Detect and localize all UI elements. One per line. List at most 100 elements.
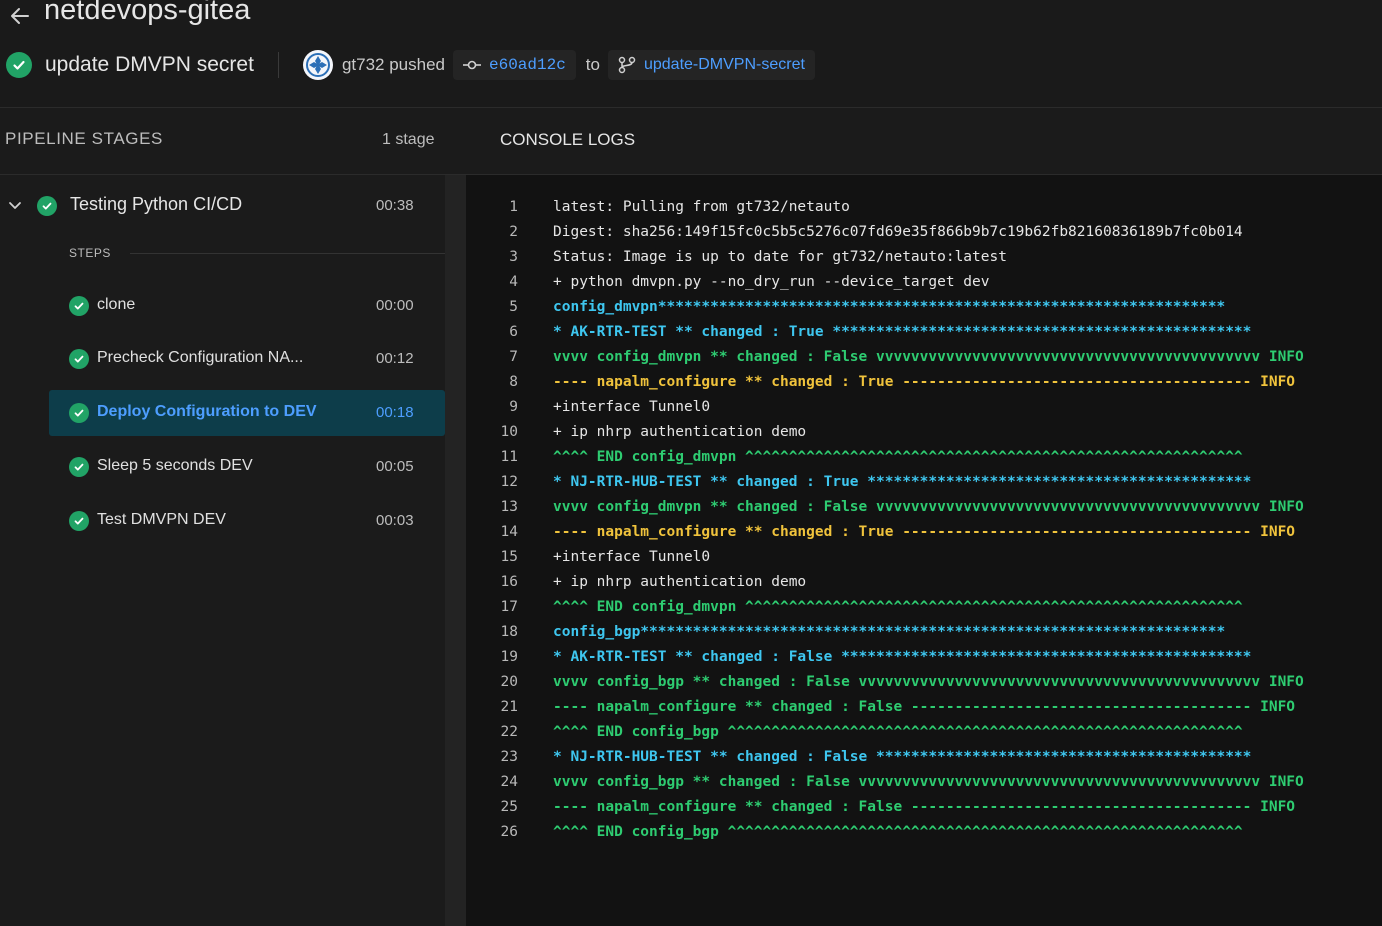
pipeline-header: PIPELINE STAGES 1 stage xyxy=(0,108,466,175)
check-icon xyxy=(69,296,89,316)
console-title: CONSOLE LOGS xyxy=(500,130,636,149)
line-number: 1 xyxy=(509,199,518,215)
back-arrow-icon[interactable] xyxy=(8,4,32,28)
branch-icon xyxy=(618,56,636,74)
log-text: config_dmvpn****************************… xyxy=(553,299,1226,315)
log-line: 14 ---- napalm_configure ** changed : Tru… xyxy=(466,521,1382,546)
log-line: 5 config_dmvpn***************************… xyxy=(466,296,1382,321)
commit-icon xyxy=(462,60,481,70)
branch-name: update-DMVPN-secret xyxy=(643,56,805,73)
stage-duration: 00:38 xyxy=(376,197,414,214)
step-item[interactable]: Sleep 5 seconds DEV 00:05 xyxy=(49,444,445,490)
step-name: clone xyxy=(97,296,136,313)
stage-row[interactable]: Testing Python CI/CD 00:38 xyxy=(0,188,445,224)
line-number: 12 xyxy=(500,474,518,490)
line-number: 15 xyxy=(500,549,518,565)
line-number: 24 xyxy=(500,774,518,790)
log-text: ---- napalm_configure ** changed : False… xyxy=(553,799,1296,815)
scrollbar[interactable] xyxy=(445,175,466,926)
log-line: 4 + python dmvpn.py --no_dry_run --device… xyxy=(466,271,1382,296)
log-output: 1 latest: Pulling from gt732/netauto 2 Dige… xyxy=(466,196,1382,846)
pipeline-panel: PIPELINE STAGES 1 stage Testing Python C… xyxy=(0,108,466,926)
step-name: Deploy Configuration to DEV xyxy=(97,403,317,420)
log-line: 26 ^^^^ END config_bgp ^^^^^^^^^^^^^^^^^^… xyxy=(466,821,1382,846)
log-text: vvvv config_dmvpn ** changed : False vvv… xyxy=(553,349,1304,365)
line-number: 26 xyxy=(500,824,518,840)
line-number: 18 xyxy=(500,624,518,640)
log-text: + ip nhrp authentication demo xyxy=(553,574,807,590)
stage-count: 1 stage xyxy=(382,131,435,148)
log-text: vvvv config_dmvpn ** changed : False vvv… xyxy=(553,499,1304,515)
step-duration: 00:00 xyxy=(376,297,414,314)
line-number: 4 xyxy=(509,274,518,290)
divider xyxy=(277,52,279,78)
log-text: ---- napalm_configure ** changed : True … xyxy=(553,524,1296,540)
log-text: config_bgp******************************… xyxy=(553,624,1226,640)
log-line: 18 config_bgp****************************… xyxy=(466,621,1382,646)
line-number: 25 xyxy=(500,799,518,815)
branch-link[interactable]: update-DMVPN-secret xyxy=(607,50,815,80)
line-number: 20 xyxy=(500,674,518,690)
log-line: 9 +interface Tunnel0 xyxy=(466,396,1382,421)
check-icon xyxy=(69,511,89,531)
log-text: * NJ-RTR-HUB-TEST ** changed : False ***… xyxy=(553,749,1252,765)
log-text: latest: Pulling from gt732/netauto xyxy=(553,199,850,215)
repo-name[interactable]: netdevops-gitea xyxy=(44,0,250,27)
log-line: 2 Digest: sha256:149f15fc0c5b5c5276c07fd6… xyxy=(466,221,1382,246)
log-line: 3 Status: Image is up to date for gt732/n… xyxy=(466,246,1382,271)
line-number: 7 xyxy=(509,349,518,365)
log-text: * AK-RTR-TEST ** changed : False *******… xyxy=(553,649,1252,665)
chevron-down-icon[interactable] xyxy=(8,198,22,217)
log-text: + ip nhrp authentication demo xyxy=(553,424,807,440)
log-line: 19 * AK-RTR-TEST ** changed : False *****… xyxy=(466,646,1382,671)
console-panel: CONSOLE LOGS 1 latest: Pulling from gt732… xyxy=(466,108,1382,926)
log-line: 16 + ip nhrp authentication demo xyxy=(466,571,1382,596)
step-name: Test DMVPN DEV xyxy=(97,511,226,528)
log-line: 10 + ip nhrp authentication demo xyxy=(466,421,1382,446)
check-icon xyxy=(37,196,57,216)
line-number: 10 xyxy=(500,424,518,440)
commit-link[interactable]: e60ad12c xyxy=(452,50,576,80)
line-number: 2 xyxy=(509,224,518,240)
divider xyxy=(130,253,445,254)
log-line: 11 ^^^^ END config_dmvpn ^^^^^^^^^^^^^^^^… xyxy=(466,446,1382,471)
step-item-active[interactable]: Deploy Configuration to DEV 00:18 xyxy=(49,390,445,436)
step-name: Precheck Configuration NA... xyxy=(97,349,304,366)
success-check-icon xyxy=(6,52,32,78)
line-number: 11 xyxy=(500,449,518,465)
console-header: CONSOLE LOGS xyxy=(466,108,1382,175)
log-line: 7 vvvv config_dmvpn ** changed : False vv… xyxy=(466,346,1382,371)
steps-label: STEPS xyxy=(69,246,111,260)
stage-name: Testing Python CI/CD xyxy=(70,194,243,214)
step-name: Sleep 5 seconds DEV xyxy=(97,457,253,474)
step-item[interactable]: Precheck Configuration NA... 00:12 xyxy=(49,336,445,382)
step-duration: 00:03 xyxy=(376,512,414,529)
commit-hash: e60ad12c xyxy=(488,56,566,74)
step-item[interactable]: clone 00:00 xyxy=(49,283,445,329)
log-text: Status: Image is up to date for gt732/ne… xyxy=(553,249,1007,265)
line-number: 23 xyxy=(500,749,518,765)
log-text: ^^^^ END config_dmvpn ^^^^^^^^^^^^^^^^^^… xyxy=(553,599,1243,615)
log-line: 8 ---- napalm_configure ** changed : True… xyxy=(466,371,1382,396)
log-text: ^^^^ END config_dmvpn ^^^^^^^^^^^^^^^^^^… xyxy=(553,449,1243,465)
log-line: 17 ^^^^ END config_dmvpn ^^^^^^^^^^^^^^^^… xyxy=(466,596,1382,621)
step-duration: 00:05 xyxy=(376,458,414,475)
run-header: netdevops-gitea update DMVPN secret gt73… xyxy=(0,0,1382,108)
step-duration: 00:12 xyxy=(376,350,414,367)
step-item[interactable]: Test DMVPN DEV 00:03 xyxy=(49,498,445,544)
line-number: 9 xyxy=(509,399,518,415)
log-line: 25 ---- napalm_configure ** changed : Fal… xyxy=(466,796,1382,821)
log-text: * AK-RTR-TEST ** changed : True ********… xyxy=(553,324,1252,340)
line-number: 14 xyxy=(500,524,518,540)
step-duration: 00:18 xyxy=(376,404,414,421)
check-icon xyxy=(69,457,89,477)
avatar[interactable] xyxy=(302,50,333,80)
log-text: Digest: sha256:149f15fc0c5b5c5276c07fd69… xyxy=(553,224,1243,240)
log-line: 15 +interface Tunnel0 xyxy=(466,546,1382,571)
log-line: 13 vvvv config_dmvpn ** changed : False v… xyxy=(466,496,1382,521)
to-label: to xyxy=(585,55,600,74)
line-number: 17 xyxy=(500,599,518,615)
check-icon xyxy=(69,403,89,423)
log-line: 22 ^^^^ END config_bgp ^^^^^^^^^^^^^^^^^^… xyxy=(466,721,1382,746)
log-text: + python dmvpn.py --no_dry_run --device_… xyxy=(553,274,990,290)
